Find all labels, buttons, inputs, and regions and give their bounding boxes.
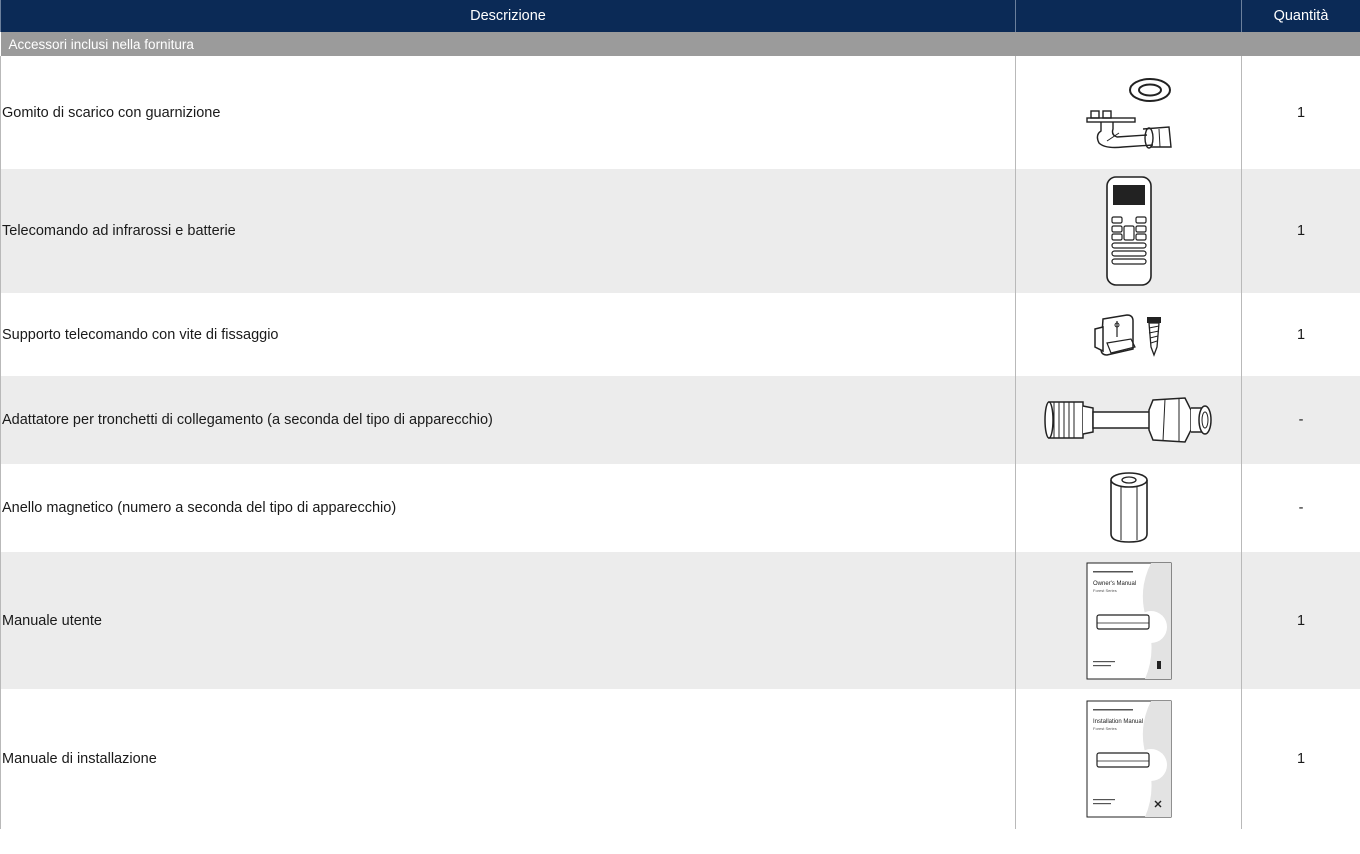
header-image <box>1015 0 1242 32</box>
row-quantity: 1 <box>1241 552 1360 689</box>
row-image <box>1015 376 1242 464</box>
cover-subtitle: Forest Series <box>1093 726 1117 731</box>
row-description: Manuale utente <box>0 552 1016 689</box>
row-quantity: 1 <box>1241 293 1360 376</box>
drain-elbow-icon <box>1085 77 1172 149</box>
row-image <box>1015 293 1242 376</box>
user-manual-icon: Owner's Manual Forest Series <box>1086 562 1171 679</box>
table-row: Manuale utente Owner's Manual Forest Ser… <box>0 552 1360 689</box>
table-row: Manuale di installazione Installation Ma… <box>0 689 1360 829</box>
row-description: Anello magnetico (numero a seconda del t… <box>0 464 1016 552</box>
row-description: Telecomando ad infrarossi e batterie <box>0 169 1016 293</box>
header-quantity: Quantità <box>1241 0 1360 32</box>
installation-manual-icon: Installation Manual Forest Series <box>1086 700 1171 818</box>
row-image <box>1015 464 1242 552</box>
table-header: Descrizione Quantità <box>0 0 1360 32</box>
row-image: Owner's Manual Forest Series <box>1015 552 1242 689</box>
row-quantity: 1 <box>1241 56 1360 169</box>
section-row: Accessori inclusi nella fornitura <box>0 32 1360 56</box>
table-row: Supporto telecomando con vite di fissagg… <box>0 293 1360 376</box>
row-quantity: - <box>1241 464 1360 552</box>
row-image: Installation Manual Forest Series <box>1015 689 1242 829</box>
pipe-adapter-icon <box>1043 397 1212 443</box>
row-image <box>1015 56 1242 169</box>
table-row: Anello magnetico (numero a seconda del t… <box>0 464 1360 552</box>
magnetic-ring-icon <box>1109 472 1148 543</box>
accessories-table: Descrizione Quantità Accessori inclusi n… <box>0 0 1360 829</box>
section-title: Accessori inclusi nella fornitura <box>0 32 1360 56</box>
row-description: Manuale di installazione <box>0 689 1016 829</box>
table-row: Gomito di scarico con guarnizione 1 <box>0 56 1360 169</box>
table-row: Adattatore per tronchetti di collegament… <box>0 376 1360 464</box>
cover-subtitle: Forest Series <box>1093 588 1117 593</box>
cover-title: Owner's Manual <box>1093 581 1136 587</box>
remote-control-icon <box>1105 176 1152 286</box>
remote-holder-icon <box>1093 313 1161 357</box>
cover-title: Installation Manual <box>1093 719 1143 725</box>
row-quantity: - <box>1241 376 1360 464</box>
row-quantity: 1 <box>1241 689 1360 829</box>
row-quantity: 1 <box>1241 169 1360 293</box>
header-description: Descrizione <box>0 0 1016 32</box>
row-image <box>1015 169 1242 293</box>
row-description: Gomito di scarico con guarnizione <box>0 56 1016 169</box>
table-row: Telecomando ad infrarossi e batterie 1 <box>0 169 1360 293</box>
row-description: Supporto telecomando con vite di fissagg… <box>0 293 1016 376</box>
row-description: Adattatore per tronchetti di collegament… <box>0 376 1016 464</box>
